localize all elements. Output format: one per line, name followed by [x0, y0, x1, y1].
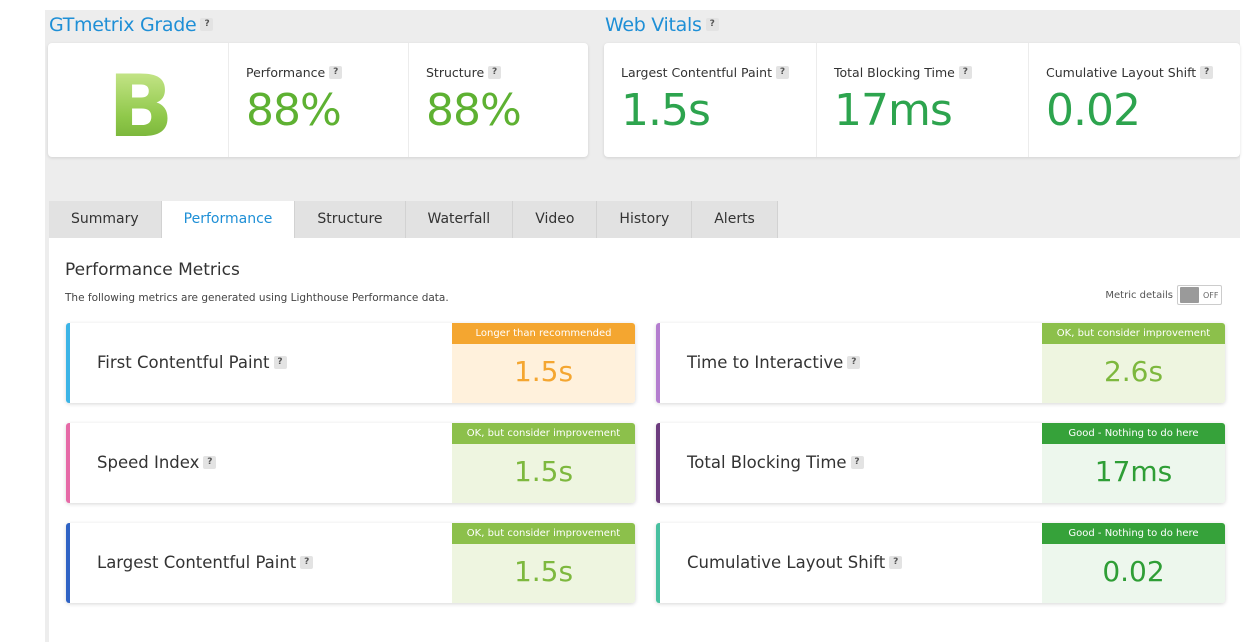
metric-name-text: First Contentful Paint — [97, 353, 270, 372]
web-vitals-title: Web Vitals — [605, 14, 702, 36]
toggle-knob — [1180, 287, 1199, 303]
web-vital-tbt-value: 17ms — [834, 85, 953, 136]
metric-status-badge: Good - Nothing to do here — [1042, 423, 1225, 444]
metric-value-box: Longer than recommended 1.5s — [452, 323, 635, 403]
metric-details-toggle[interactable]: OFF — [1177, 285, 1222, 305]
structure-score-value: 88% — [426, 85, 522, 136]
web-vital-lcp-value: 1.5s — [621, 85, 711, 136]
cls-help-icon[interactable]: ? — [1200, 66, 1214, 79]
metric-help-icon[interactable]: ? — [889, 556, 903, 569]
metric-value: 1.5s — [513, 355, 574, 388]
tab-performance[interactable]: Performance — [161, 201, 296, 238]
metric-name-text: Speed Index — [97, 453, 200, 472]
web-vitals-help-icon[interactable]: ? — [705, 18, 719, 31]
web-vital-lcp-label: Largest Contentful Paint? — [621, 65, 789, 80]
metric-value: 0.02 — [1102, 555, 1165, 588]
metric-color-bar — [656, 523, 660, 603]
metric-name-text: Total Blocking Time — [687, 453, 847, 472]
toggle-state-label: OFF — [1203, 290, 1219, 300]
metric-card-time-to-interactive: Time to Interactive? OK, but consider imp… — [656, 323, 1225, 403]
web-vital-tbt-label: Total Blocking Time? — [834, 65, 972, 80]
structure-score-cell: Structure? 88% — [408, 43, 588, 157]
web-vitals-card: Largest Contentful Paint? 1.5s Total Blo… — [604, 43, 1240, 157]
metric-color-bar — [66, 523, 70, 603]
metric-help-icon[interactable]: ? — [203, 456, 217, 469]
metric-name-text: Time to Interactive — [687, 353, 844, 372]
metric-details-control: Metric details OFF — [1105, 285, 1222, 305]
panel-title: Performance Metrics — [65, 260, 240, 280]
metric-help-icon[interactable]: ? — [850, 456, 864, 469]
metric-value-box: Good - Nothing to do here 0.02 — [1042, 523, 1225, 603]
metric-status-badge: OK, but consider improvement — [452, 523, 635, 544]
metric-status-badge: Good - Nothing to do here — [1042, 523, 1225, 544]
metric-name-text: Cumulative Layout Shift — [687, 553, 886, 572]
structure-score-label: Structure? — [426, 65, 502, 80]
grade-cell: B — [48, 43, 228, 157]
report-tabs: Summary Performance Structure Waterfall … — [49, 201, 778, 238]
tab-video[interactable]: Video — [513, 201, 598, 238]
gtmetrix-grade-help-icon[interactable]: ? — [200, 18, 214, 31]
metric-name: First Contentful Paint? — [97, 353, 287, 372]
tab-structure[interactable]: Structure — [295, 201, 406, 238]
performance-score-cell: Performance? 88% — [228, 43, 408, 157]
performance-score-value: 88% — [246, 85, 342, 136]
web-vital-cls-cell: Cumulative Layout Shift? 0.02 — [1028, 43, 1240, 157]
performance-help-icon[interactable]: ? — [329, 66, 343, 79]
web-vital-cls-value: 0.02 — [1046, 85, 1141, 136]
metric-name: Time to Interactive? — [687, 353, 861, 372]
tbt-help-icon[interactable]: ? — [958, 66, 972, 79]
metric-name: Largest Contentful Paint? — [97, 553, 314, 572]
panel-subtitle: The following metrics are generated usin… — [65, 292, 449, 304]
metric-card-largest-contentful-paint: Largest Contentful Paint? OK, but conside… — [66, 523, 635, 603]
metric-value: 17ms — [1094, 455, 1173, 488]
metric-value-box: OK, but consider improvement 1.5s — [452, 523, 635, 603]
tab-history[interactable]: History — [597, 201, 693, 238]
metric-name: Total Blocking Time? — [687, 453, 864, 472]
structure-help-icon[interactable]: ? — [488, 66, 502, 79]
tab-waterfall[interactable]: Waterfall — [405, 201, 514, 238]
metric-status-badge: OK, but consider improvement — [452, 423, 635, 444]
metric-status-badge: OK, but consider improvement — [1042, 323, 1225, 344]
performance-panel: Performance Metrics The following metric… — [49, 238, 1240, 642]
lcp-help-icon[interactable]: ? — [775, 66, 789, 79]
metric-value: 2.6s — [1103, 355, 1164, 388]
metric-value-box: OK, but consider improvement 2.6s — [1042, 323, 1225, 403]
metric-details-label: Metric details — [1105, 289, 1173, 301]
performance-score-label: Performance? — [246, 65, 343, 80]
web-vital-cls-label: Cumulative Layout Shift? — [1046, 65, 1214, 80]
metric-value-box: Good - Nothing to do here 17ms — [1042, 423, 1225, 503]
web-vitals-heading: Web Vitals? — [605, 14, 719, 36]
tab-summary[interactable]: Summary — [49, 201, 162, 238]
metric-name: Cumulative Layout Shift? — [687, 553, 903, 572]
grade-letter: B — [108, 57, 174, 157]
gtmetrix-grade-title: GTmetrix Grade — [49, 14, 197, 36]
metric-color-bar — [66, 423, 70, 503]
metric-value-box: OK, but consider improvement 1.5s — [452, 423, 635, 503]
metric-value: 1.5s — [513, 455, 574, 488]
metric-help-icon[interactable]: ? — [847, 356, 861, 369]
report-page: GTmetrix Grade? B Performance? 88% Struc… — [45, 10, 1240, 642]
metric-name-text: Largest Contentful Paint — [97, 553, 297, 572]
metric-name: Speed Index? — [97, 453, 217, 472]
metric-card-first-contentful-paint: First Contentful Paint? Longer than recom… — [66, 323, 635, 403]
metric-value: 1.5s — [513, 555, 574, 588]
metric-color-bar — [656, 423, 660, 503]
metric-color-bar — [66, 323, 70, 403]
metric-status-badge: Longer than recommended — [452, 323, 635, 344]
tab-alerts[interactable]: Alerts — [692, 201, 778, 238]
gtmetrix-grade-card: B Performance? 88% Structure? 88% — [48, 43, 588, 157]
metric-card-speed-index: Speed Index? OK, but consider improvement… — [66, 423, 635, 503]
metric-card-total-blocking-time: Total Blocking Time? Good - Nothing to do… — [656, 423, 1225, 503]
metric-help-icon[interactable]: ? — [273, 356, 287, 369]
gtmetrix-grade-heading: GTmetrix Grade? — [49, 14, 214, 36]
metric-color-bar — [656, 323, 660, 403]
web-vital-tbt-cell: Total Blocking Time? 17ms — [816, 43, 1028, 157]
metric-card-cumulative-layout-shift: Cumulative Layout Shift? Good - Nothing t… — [656, 523, 1225, 603]
metric-help-icon[interactable]: ? — [300, 556, 314, 569]
web-vital-lcp-cell: Largest Contentful Paint? 1.5s — [604, 43, 816, 157]
